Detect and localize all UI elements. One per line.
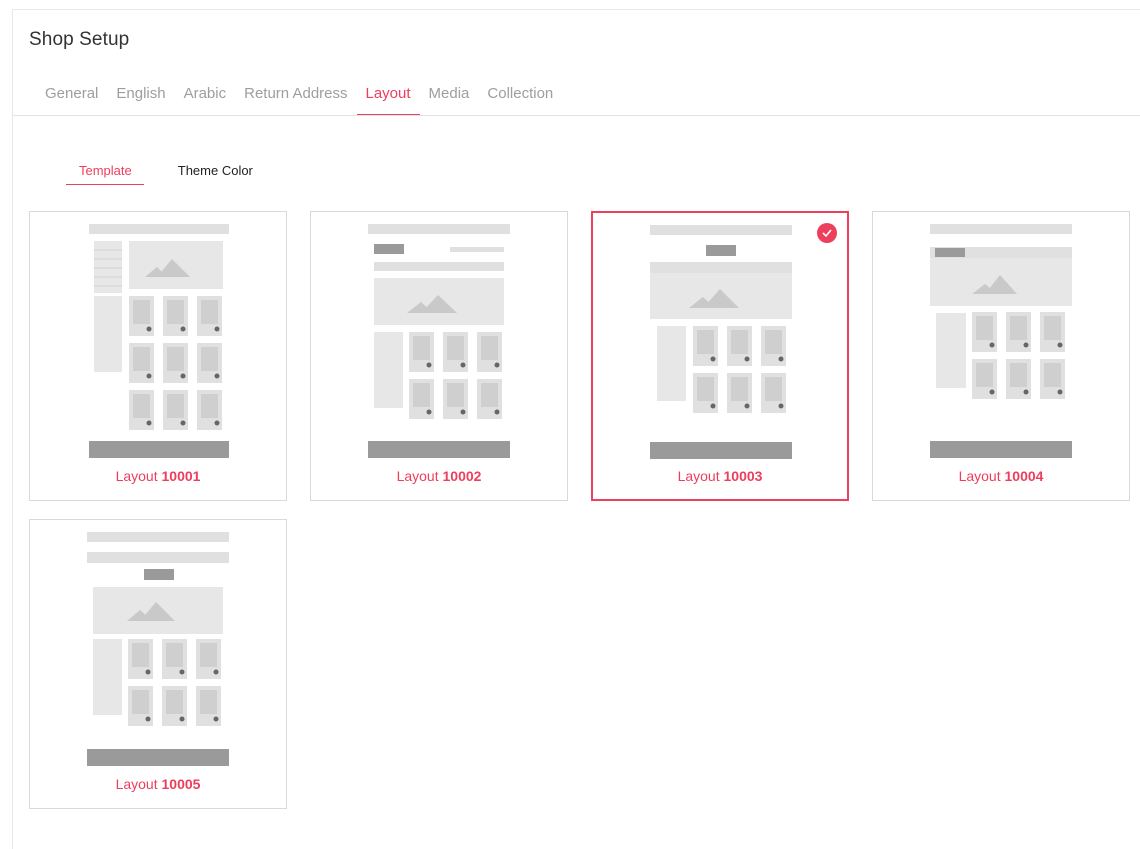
layout-label-10001: Layout 10001: [115, 468, 201, 484]
subtab-template[interactable]: Template: [66, 162, 144, 185]
main-tabs: General English Arabic Return Address La…: [36, 72, 562, 116]
check-icon: [817, 223, 837, 243]
layout-preview-10001: [89, 224, 229, 458]
layout-label-10005: Layout 10005: [115, 776, 201, 792]
tabs-divider: [12, 115, 1140, 116]
page-title: Shop Setup: [29, 29, 130, 50]
layout-card-10003[interactable]: Layout 10003: [591, 211, 849, 501]
tab-arabic[interactable]: Arabic: [175, 72, 236, 116]
tab-media[interactable]: Media: [420, 72, 479, 116]
layout-preview-10002: [368, 224, 510, 458]
layout-card-10004[interactable]: Layout 10004: [872, 211, 1130, 501]
tab-layout[interactable]: Layout: [356, 72, 420, 116]
layout-card-10005[interactable]: Layout 10005: [29, 519, 287, 809]
layout-label-10004: Layout 10004: [958, 468, 1044, 484]
layout-preview-10005: [87, 532, 229, 766]
tab-general[interactable]: General: [36, 72, 107, 116]
layout-label-10002: Layout 10002: [396, 468, 482, 484]
layout-preview-10004: [930, 224, 1072, 458]
layout-subtabs: Template Theme Color: [66, 162, 265, 185]
layout-card-10002[interactable]: Layout 10002: [310, 211, 568, 501]
layout-label-10003: Layout 10003: [677, 468, 763, 484]
subtab-theme-color[interactable]: Theme Color: [166, 162, 265, 185]
layout-preview-10003: [650, 225, 792, 459]
tab-return-address[interactable]: Return Address: [235, 72, 356, 116]
tab-collection[interactable]: Collection: [478, 72, 562, 116]
layout-card-10001[interactable]: Layout 10001: [29, 211, 287, 501]
tab-english[interactable]: English: [107, 72, 174, 116]
